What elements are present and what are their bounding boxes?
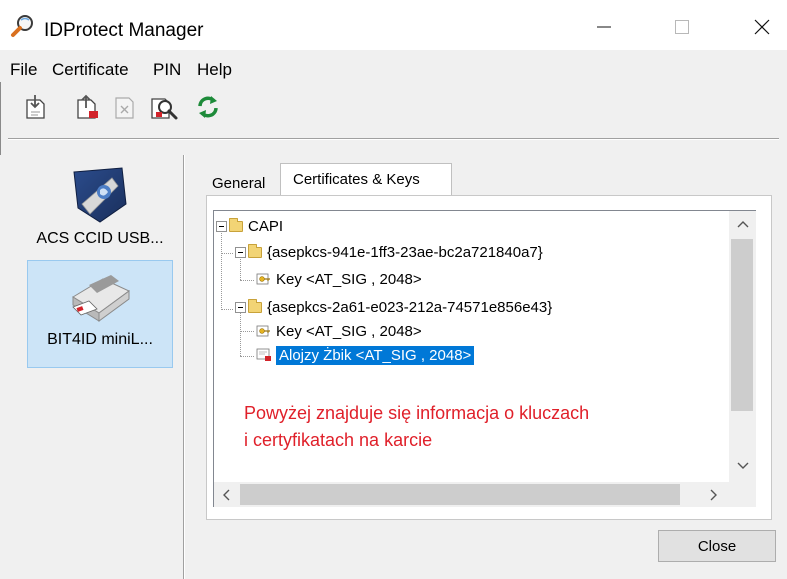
tree-node-label-selected: Alojzy Żbik <AT_SIG , 2048> <box>276 345 475 365</box>
tree-connector <box>221 230 222 310</box>
tree-connector <box>221 309 233 310</box>
collapse-icon[interactable] <box>216 220 227 232</box>
key-icon <box>256 325 270 337</box>
tree-node-label: {asepkcs-2a61-e023-212a-74571e856e43} <box>267 298 553 316</box>
vertical-scroll-thumb[interactable] <box>731 239 753 411</box>
close-button[interactable]: Close <box>658 530 776 562</box>
scroll-right-button[interactable] <box>702 482 726 507</box>
menu-file[interactable]: File <box>10 60 37 80</box>
device-acs-ccid[interactable]: ACS CCID USB... <box>27 158 173 258</box>
device-bit4id-minilector[interactable]: BIT4ID miniL... <box>27 260 173 368</box>
collapse-icon[interactable] <box>235 301 246 313</box>
tree-node-container[interactable]: {asepkcs-941e-1ff3-23ae-bc2a721840a7} <box>235 241 543 263</box>
title-bar: IDProtect Manager <box>0 0 787 50</box>
scrollbar-corner <box>729 482 756 507</box>
import-certificate-icon[interactable] <box>22 92 52 122</box>
annotation-line: Powyżej znajduje się informacja o klucza… <box>244 403 590 423</box>
tree-node-root[interactable]: CAPI <box>216 215 283 237</box>
certificate-icon <box>256 348 271 361</box>
app-magnifier-icon <box>11 15 33 37</box>
device-label: ACS CCID USB... <box>36 230 164 247</box>
minimize-icon <box>597 26 611 28</box>
chevron-right-icon <box>710 489 717 500</box>
horizontal-scrollbar[interactable] <box>213 482 729 507</box>
tree-node-key[interactable]: Key <AT_SIG , 2048> <box>256 268 422 290</box>
view-certificate-icon[interactable] <box>149 92 179 122</box>
annotation-text: Powyżej znajduje się informacja o klucza… <box>244 400 704 454</box>
tree-connector <box>240 312 241 356</box>
chevron-up-icon <box>737 221 748 228</box>
scroll-down-button[interactable] <box>729 453 756 479</box>
menu-pin[interactable]: PIN <box>153 60 181 80</box>
folder-icon <box>248 298 262 313</box>
minimize-button[interactable] <box>584 10 624 44</box>
maximize-icon <box>675 20 689 34</box>
key-icon <box>256 273 270 285</box>
tree-connector <box>240 356 254 357</box>
chevron-left-icon <box>223 489 230 500</box>
usb-card-reader-icon <box>72 275 130 322</box>
tree-node-label: Key <AT_SIG , 2048> <box>276 270 422 288</box>
collapse-icon[interactable] <box>235 246 246 258</box>
panel-splitter-highlight <box>184 155 185 579</box>
tree-connector <box>240 280 254 281</box>
menu-help[interactable]: Help <box>197 60 232 80</box>
vertical-scrollbar[interactable] <box>729 210 756 482</box>
folder-icon <box>229 217 243 232</box>
scroll-up-button[interactable] <box>729 211 756 237</box>
close-icon <box>754 19 770 35</box>
maximize-button[interactable] <box>662 10 702 44</box>
export-certificate-icon[interactable] <box>74 92 104 122</box>
window-title: IDProtect Manager <box>44 20 204 41</box>
tree-node-label: {asepkcs-941e-1ff3-23ae-bc2a721840a7} <box>267 243 543 261</box>
tree-node-label: CAPI <box>248 217 284 235</box>
scroll-left-button[interactable] <box>214 482 238 507</box>
toolbar-divider-highlight <box>8 139 779 140</box>
menu-bar: File Certificate PIN Help <box>0 50 787 82</box>
device-label: BIT4ID miniL... <box>47 331 153 348</box>
horizontal-scroll-thumb[interactable] <box>240 484 680 505</box>
toolbar <box>0 84 787 136</box>
menu-certificate[interactable]: Certificate <box>52 60 129 80</box>
folder-icon <box>248 243 262 258</box>
tab-certificates-keys[interactable]: Certificates & Keys <box>280 163 452 195</box>
delete-disabled-icon[interactable] <box>110 92 140 122</box>
close-window-button[interactable] <box>742 10 782 44</box>
chevron-down-icon <box>737 462 748 469</box>
tree-node-label: Key <AT_SIG , 2048> <box>276 322 422 340</box>
tree-connector <box>221 253 233 254</box>
smart-card-reader-icon <box>73 167 127 223</box>
tree-node-certificate[interactable]: Alojzy Żbik <AT_SIG , 2048> <box>256 344 475 366</box>
tab-general[interactable]: General <box>205 167 279 197</box>
tree-node-container[interactable]: {asepkcs-2a61-e023-212a-74571e856e43} <box>235 296 552 318</box>
tree-connector <box>240 331 254 332</box>
refresh-icon[interactable] <box>193 92 223 122</box>
annotation-line: i certyfikatach na karcie <box>244 430 433 450</box>
tree-node-key[interactable]: Key <AT_SIG , 2048> <box>256 320 422 342</box>
